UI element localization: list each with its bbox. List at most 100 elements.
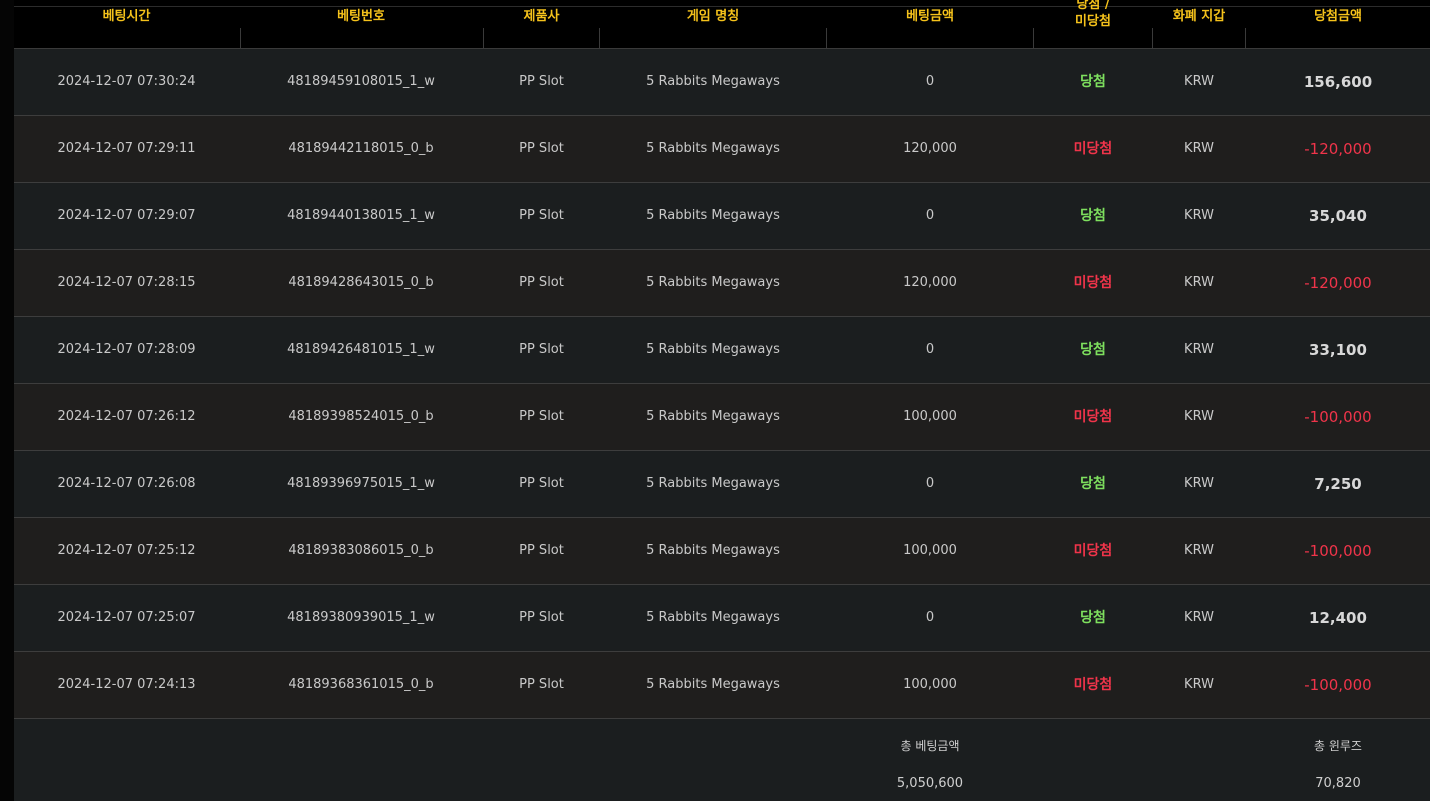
cell-game-name: 5 Rabbits Megaways bbox=[646, 208, 780, 223]
cell-bet-number: 48189459108015_1_w bbox=[287, 74, 435, 89]
cell-provider: PP Slot bbox=[519, 677, 564, 692]
cell-bet-number: 48189442118015_0_b bbox=[288, 141, 434, 156]
cell-bet-number: 48189398524015_0_b bbox=[288, 409, 434, 424]
cell-bet-number: 48189428643015_0_b bbox=[288, 275, 434, 290]
table-row: 2024-12-07 07:24:13 48189368361015_0_b PP … bbox=[14, 652, 1430, 719]
cell-result: 당첨 bbox=[1080, 610, 1106, 626]
betting-history-table: 베팅시간 베팅번호 제품사 게임 명칭 베팅금액 당첨 / 미당첨 화폐 지갑 … bbox=[14, 0, 1430, 801]
cell-bet-number: 48189368361015_0_b bbox=[288, 677, 434, 692]
cell-win-amount: -100,000 bbox=[1304, 542, 1372, 560]
header-column-divider bbox=[1152, 28, 1153, 48]
cell-currency: KRW bbox=[1184, 141, 1214, 156]
cell-win-amount: 12,400 bbox=[1309, 609, 1367, 627]
cell-currency: KRW bbox=[1184, 409, 1214, 424]
header-currency-wallet: 화폐 지갑 bbox=[1172, 9, 1226, 24]
table-row: 2024-12-07 07:30:24 48189459108015_1_w PP … bbox=[14, 49, 1430, 116]
header-win-amount: 당첨금액 bbox=[1314, 9, 1362, 24]
cell-provider: PP Slot bbox=[519, 275, 564, 290]
cell-currency: KRW bbox=[1184, 208, 1214, 223]
cell-bet-time: 2024-12-07 07:25:12 bbox=[57, 543, 196, 558]
cell-result: 미당첨 bbox=[1073, 141, 1113, 157]
header-result-line1: 당첨 / bbox=[1076, 0, 1110, 12]
cell-win-amount: -100,000 bbox=[1304, 676, 1372, 694]
header-column-divider bbox=[826, 28, 827, 48]
cell-currency: KRW bbox=[1184, 543, 1214, 558]
cell-bet-amount: 120,000 bbox=[903, 141, 957, 156]
cell-bet-number: 48189396975015_1_w bbox=[287, 476, 435, 491]
cell-bet-time: 2024-12-07 07:30:24 bbox=[57, 74, 196, 89]
table-header: 베팅시간 베팅번호 제품사 게임 명칭 베팅금액 당첨 / 미당첨 화폐 지갑 … bbox=[14, 0, 1430, 49]
cell-bet-amount: 0 bbox=[925, 74, 935, 89]
cell-bet-time: 2024-12-07 07:28:09 bbox=[57, 342, 196, 357]
cell-currency: KRW bbox=[1184, 275, 1214, 290]
cell-result: 당첨 bbox=[1080, 74, 1106, 90]
total-winloss-value: 70,820 bbox=[1315, 776, 1361, 791]
cell-bet-time: 2024-12-07 07:29:07 bbox=[57, 208, 196, 223]
table-row: 2024-12-07 07:28:09 48189426481015_1_w PP … bbox=[14, 317, 1430, 384]
cell-bet-time: 2024-12-07 07:24:13 bbox=[57, 677, 196, 692]
cell-result: 당첨 bbox=[1080, 476, 1106, 492]
cell-provider: PP Slot bbox=[519, 342, 564, 357]
cell-bet-amount: 100,000 bbox=[903, 543, 957, 558]
cell-game-name: 5 Rabbits Megaways bbox=[646, 74, 780, 89]
cell-result: 미당첨 bbox=[1073, 275, 1113, 291]
cell-result: 당첨 bbox=[1080, 208, 1106, 224]
cell-win-amount: -100,000 bbox=[1304, 408, 1372, 426]
cell-game-name: 5 Rabbits Megaways bbox=[646, 409, 780, 424]
cell-currency: KRW bbox=[1184, 677, 1214, 692]
cell-game-name: 5 Rabbits Megaways bbox=[646, 342, 780, 357]
cell-bet-amount: 100,000 bbox=[903, 409, 957, 424]
header-bet-number: 베팅번호 bbox=[337, 9, 385, 24]
cell-provider: PP Slot bbox=[519, 208, 564, 223]
cell-bet-amount: 0 bbox=[925, 610, 935, 625]
cell-provider: PP Slot bbox=[519, 610, 564, 625]
table-row: 2024-12-07 07:28:15 48189428643015_0_b PP … bbox=[14, 250, 1430, 317]
table-row: 2024-12-07 07:29:07 48189440138015_1_w PP … bbox=[14, 183, 1430, 250]
cell-provider: PP Slot bbox=[519, 409, 564, 424]
header-game-name: 게임 명칭 bbox=[686, 9, 740, 24]
cell-bet-amount: 120,000 bbox=[903, 275, 957, 290]
header-column-divider bbox=[1245, 28, 1246, 48]
header-bet-amount: 베팅금액 bbox=[906, 9, 954, 24]
cell-result: 당첨 bbox=[1080, 342, 1106, 358]
cell-currency: KRW bbox=[1184, 610, 1214, 625]
header-column-divider bbox=[483, 28, 484, 48]
header-result-line2: 미당첨 bbox=[1075, 14, 1111, 29]
header-column-divider bbox=[599, 28, 600, 48]
cell-provider: PP Slot bbox=[519, 476, 564, 491]
cell-win-amount: 33,100 bbox=[1309, 341, 1367, 359]
cell-result: 미당첨 bbox=[1073, 409, 1113, 425]
cell-bet-time: 2024-12-07 07:29:11 bbox=[57, 141, 196, 156]
header-column-divider bbox=[240, 28, 241, 48]
cell-provider: PP Slot bbox=[519, 141, 564, 156]
table-summary: 총 베팅금액 5,050,600 총 윈루즈 70,820 bbox=[14, 719, 1430, 801]
cell-bet-time: 2024-12-07 07:25:07 bbox=[57, 610, 196, 625]
header-provider: 제품사 bbox=[523, 9, 560, 24]
cell-bet-number: 48189426481015_1_w bbox=[287, 342, 435, 357]
cell-game-name: 5 Rabbits Megaways bbox=[646, 610, 780, 625]
cell-win-amount: 7,250 bbox=[1314, 475, 1362, 493]
header-bet-time: 베팅시간 bbox=[102, 9, 151, 24]
total-bet-label: 총 베팅금액 bbox=[900, 739, 960, 753]
cell-bet-time: 2024-12-07 07:26:08 bbox=[57, 476, 196, 491]
total-bet-value: 5,050,600 bbox=[896, 776, 964, 791]
cell-bet-amount: 100,000 bbox=[903, 677, 957, 692]
cell-game-name: 5 Rabbits Megaways bbox=[646, 141, 780, 156]
header-result: 당첨 / 미당첨 bbox=[1034, 0, 1152, 30]
cell-bet-amount: 0 bbox=[925, 208, 935, 223]
cell-bet-number: 48189383086015_0_b bbox=[288, 543, 434, 558]
cell-game-name: 5 Rabbits Megaways bbox=[646, 275, 780, 290]
cell-currency: KRW bbox=[1184, 74, 1214, 89]
cell-result: 미당첨 bbox=[1073, 677, 1113, 693]
cell-currency: KRW bbox=[1184, 342, 1214, 357]
cell-bet-number: 48189440138015_1_w bbox=[287, 208, 435, 223]
cell-bet-time: 2024-12-07 07:28:15 bbox=[57, 275, 196, 290]
cell-win-amount: 156,600 bbox=[1303, 73, 1373, 91]
cell-currency: KRW bbox=[1184, 476, 1214, 491]
cell-game-name: 5 Rabbits Megaways bbox=[646, 543, 780, 558]
cell-result: 미당첨 bbox=[1073, 543, 1113, 559]
table-row: 2024-12-07 07:26:08 48189396975015_1_w PP … bbox=[14, 451, 1430, 518]
cell-bet-amount: 0 bbox=[925, 342, 935, 357]
cell-provider: PP Slot bbox=[519, 74, 564, 89]
table-row: 2024-12-07 07:26:12 48189398524015_0_b PP … bbox=[14, 384, 1430, 451]
